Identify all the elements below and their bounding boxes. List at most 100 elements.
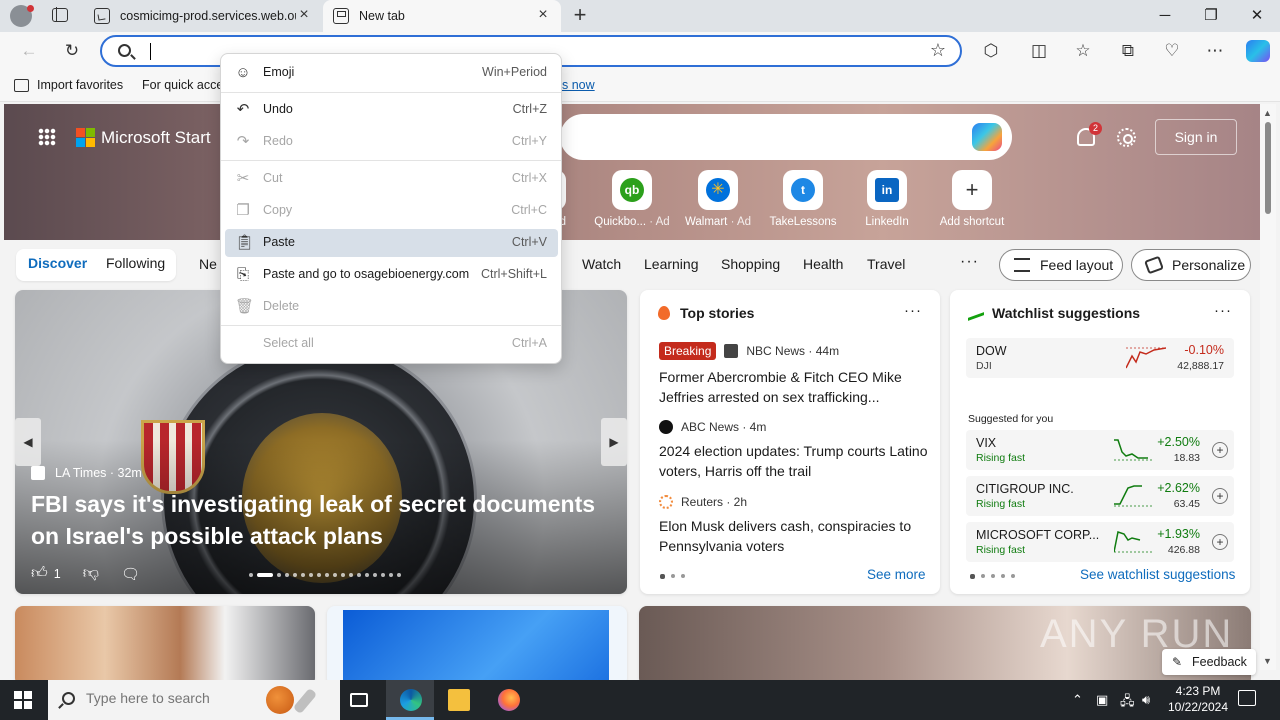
thumbs-down-icon[interactable]: 👎︎: [83, 564, 99, 583]
tab-actions-icon[interactable]: [52, 7, 68, 22]
firefox-taskbar-button[interactable]: [484, 680, 532, 720]
split-screen-icon[interactable]: ◫: [1028, 40, 1050, 62]
add-shortcut-button[interactable]: + Add shortcut: [932, 170, 1012, 228]
see-watchlist-link[interactable]: See watchlist suggestions: [1080, 567, 1235, 582]
copilot-icon[interactable]: [972, 123, 1002, 151]
menu-item-paste[interactable]: 📋︎ Paste Ctrl+V: [225, 229, 558, 257]
add-to-watchlist-button[interactable]: +: [1212, 442, 1228, 458]
feed-layout-button[interactable]: Feed layout: [999, 249, 1123, 281]
close-window-button[interactable]: ✕: [1234, 0, 1280, 32]
copilot-icon[interactable]: [1246, 40, 1270, 62]
app-launcher-icon[interactable]: [38, 128, 56, 146]
carousel-next-button[interactable]: ▶: [601, 418, 627, 466]
personalize-button[interactable]: Personalize: [1131, 249, 1251, 281]
close-tab-icon[interactable]: ×: [296, 7, 312, 24]
taskbar-search-input[interactable]: [86, 690, 256, 706]
page-scrollbar[interactable]: ▲ ▼: [1260, 104, 1276, 670]
shortcut-linkedin[interactable]: in LinkedIn: [847, 170, 927, 228]
menu-item-select-all[interactable]: Select all Ctrl+A: [225, 330, 558, 358]
volume-icon[interactable]: 🔊︎: [1142, 692, 1150, 708]
windows-start-icon[interactable]: [14, 691, 32, 709]
nav-link-shopping[interactable]: Shopping: [721, 256, 780, 272]
comment-icon[interactable]: 🗨︎: [121, 565, 140, 583]
sign-in-button[interactable]: Sign in: [1155, 119, 1237, 155]
hero-headline[interactable]: FBI says it's investigating leak of secr…: [31, 488, 611, 552]
file-explorer-taskbar-button[interactable]: [434, 680, 482, 720]
news-card-windows[interactable]: [327, 606, 627, 680]
favorites-icon[interactable]: ☆: [1072, 40, 1094, 62]
manage-favorites-link[interactable]: s now: [562, 78, 595, 92]
extensions-icon[interactable]: ⬡: [980, 40, 1002, 62]
menu-item-redo[interactable]: ↷ Redo Ctrl+Y: [225, 128, 558, 156]
menu-item-emoji[interactable]: ☺ Emoji Win+Period: [225, 59, 558, 87]
favorite-star-icon[interactable]: ☆: [930, 40, 946, 61]
scroll-down-arrow-icon[interactable]: ▼: [1263, 656, 1272, 666]
thumbs-up-icon[interactable]: 👍︎: [31, 564, 48, 583]
nav-link-learning[interactable]: Learning: [644, 256, 699, 272]
nav-more-button[interactable]: ···: [960, 253, 979, 271]
edge-taskbar-button[interactable]: [386, 680, 434, 720]
refresh-button[interactable]: ↻: [61, 40, 83, 62]
menu-item-undo[interactable]: ↶ Undo Ctrl+Z: [225, 96, 558, 124]
close-tab-icon[interactable]: ×: [535, 7, 551, 24]
system-clock[interactable]: 4:23 PM 10/22/2024: [1160, 683, 1236, 715]
nav-link-watch[interactable]: Watch: [582, 256, 621, 272]
watchlist-header: Watchlist suggestions: [968, 305, 1140, 321]
stock-row-vix[interactable]: VIX Rising fast +2.50% 18.83 +: [966, 430, 1234, 470]
menu-item-copy[interactable]: ❐ Copy Ctrl+C: [225, 197, 558, 225]
tray-device-icon[interactable]: ▣: [1096, 692, 1108, 708]
see-more-link[interactable]: See more: [867, 567, 926, 582]
card-more-button[interactable]: ···: [904, 302, 922, 319]
notification-center-icon[interactable]: [1238, 690, 1256, 706]
menu-item-paste-and-go[interactable]: ⎘ Paste and go to osagebioenergy.com Ctr…: [225, 261, 558, 289]
story-headline[interactable]: 2024 election updates: Trump courts Lati…: [659, 441, 929, 481]
story-item[interactable]: Breaking NBC News · 44m Former Abercromb…: [659, 342, 929, 407]
web-search-box[interactable]: [560, 114, 1012, 160]
collections-icon[interactable]: ⧉: [1117, 40, 1139, 62]
nav-link-travel[interactable]: Travel: [867, 256, 905, 272]
menu-shortcut: Ctrl+V: [511, 235, 547, 249]
add-to-watchlist-button[interactable]: +: [1212, 534, 1228, 550]
back-button[interactable]: ←: [18, 40, 40, 62]
tab-new-tab[interactable]: New tab ×: [323, 0, 561, 32]
story-headline[interactable]: Former Abercrombie & Fitch CEO Mike Jeff…: [659, 367, 929, 407]
browser-essentials-icon[interactable]: ♡: [1161, 40, 1183, 62]
minimize-button[interactable]: ─: [1142, 0, 1188, 32]
story-item[interactable]: ABC News · 4m 2024 election updates: Tru…: [659, 420, 929, 481]
tray-chevron-icon[interactable]: ⌃: [1072, 692, 1083, 708]
ad-label: · Ad: [649, 216, 670, 228]
shortcut-takelessons[interactable]: t TakeLessons: [763, 170, 843, 228]
add-to-watchlist-button[interactable]: +: [1212, 488, 1228, 504]
stock-row-citigroup[interactable]: CITIGROUP INC. Rising fast +2.62% 63.45 …: [966, 476, 1234, 516]
search-icon: [118, 44, 131, 57]
reuters-logo: [659, 495, 673, 509]
new-tab-button[interactable]: +: [568, 4, 592, 28]
restore-button[interactable]: ❐: [1188, 0, 1234, 32]
nav-link-health[interactable]: Health: [803, 256, 843, 272]
news-card-sports[interactable]: [15, 606, 315, 680]
shortcut-quickbooks[interactable]: qb Quickbo... · Ad: [592, 170, 672, 228]
feedback-button[interactable]: ✎ Feedback: [1162, 649, 1256, 675]
story-headline[interactable]: Elon Musk delivers cash, conspiracies to…: [659, 516, 929, 556]
carousel-prev-button[interactable]: ◀: [15, 418, 41, 466]
tab-following[interactable]: Following: [106, 255, 165, 271]
scroll-up-arrow-icon[interactable]: ▲: [1263, 108, 1272, 118]
tab-discover[interactable]: Discover: [28, 255, 87, 271]
nav-link-partial[interactable]: Ne: [199, 256, 217, 272]
story-item[interactable]: Reuters · 2h Elon Musk delivers cash, co…: [659, 495, 929, 556]
basketball-icon: [266, 686, 294, 714]
tab-cosmicimg[interactable]: cosmicimg-prod.services.web.ou ×: [84, 0, 322, 32]
menu-item-cut[interactable]: ✂ Cut Ctrl+X: [225, 165, 558, 193]
scrollbar-thumb[interactable]: [1265, 122, 1271, 214]
stock-row-microsoft[interactable]: MICROSOFT CORP... Rising fast +1.93% 426…: [966, 522, 1234, 562]
stock-row-dow[interactable]: DOW DJI -0.10% 42,888.17: [966, 338, 1234, 378]
page-settings-gear-icon[interactable]: [1117, 128, 1136, 147]
network-icon[interactable]: 🖧︎: [1120, 692, 1135, 714]
import-favorites-button[interactable]: Import favorites: [14, 78, 123, 92]
taskbar-search-box[interactable]: [48, 680, 340, 720]
settings-more-icon[interactable]: ⋯: [1204, 40, 1226, 62]
menu-item-delete[interactable]: 🗑︎ Delete: [225, 293, 558, 321]
task-view-button[interactable]: [336, 680, 384, 720]
card-more-button[interactable]: ···: [1214, 302, 1232, 319]
shortcut-walmart[interactable]: ✳ Walmart · Ad: [678, 170, 758, 228]
